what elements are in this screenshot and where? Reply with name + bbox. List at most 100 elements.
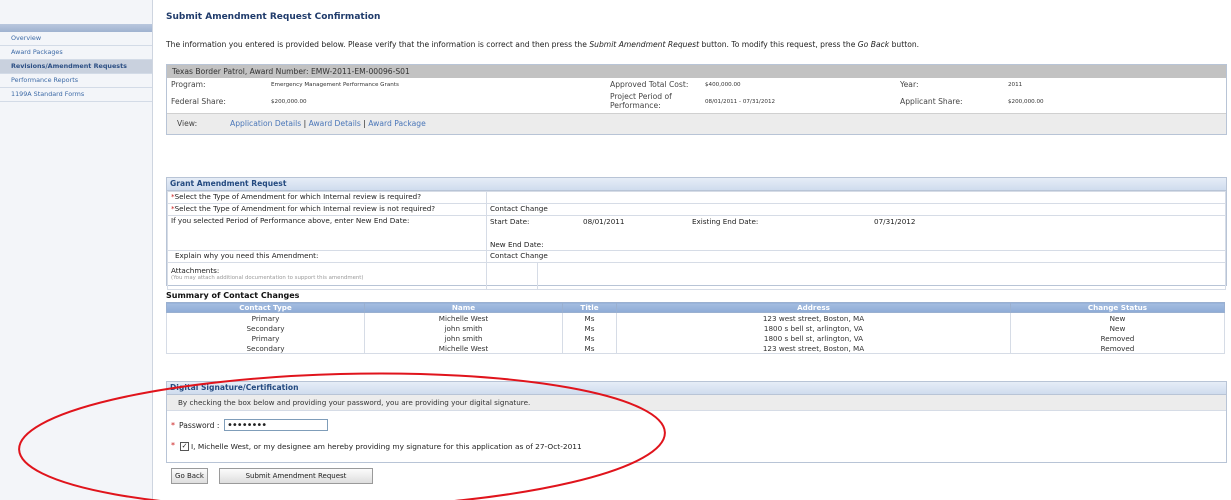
new-end-date-label: New End Date: <box>490 240 544 249</box>
certify-statement: I, Michelle West, or my designee am here… <box>191 442 582 451</box>
application-details-link[interactable]: Application Details <box>230 119 301 128</box>
col-name: Name <box>364 302 563 313</box>
cell-name: Michelle West <box>364 343 563 354</box>
grant-row-period: If you selected Period of Performance ab… <box>167 215 1226 251</box>
award-info-panel: Texas Border Patrol, Award Number: EMW-2… <box>166 64 1227 135</box>
year-value: 2011 <box>1008 82 1023 88</box>
submit-amendment-request-button[interactable]: Submit Amendment Request <box>219 468 373 484</box>
table-row: Primary Michelle West Ms 123 west street… <box>166 312 1225 323</box>
view-links-row: View: Application Details | Award Detail… <box>167 113 1226 134</box>
cell-change-status: Removed <box>1010 333 1225 343</box>
cell-title: Ms <box>562 343 617 354</box>
applicant-share-value: $200,000.00 <box>1008 99 1044 105</box>
internal-required-label: Select the Type of Amendment for which I… <box>174 192 422 201</box>
cell-contact-type: Primary <box>166 333 365 343</box>
table-row: Secondary Michelle West Ms 123 west stre… <box>166 343 1225 354</box>
cell-address: 1800 s bell st, arlington, VA <box>616 333 1011 343</box>
award-row-federal: Federal Share: $200,000.00 Project Perio… <box>167 92 1226 113</box>
internal-not-required-label: Select the Type of Amendment for which I… <box>174 204 436 213</box>
certify-checkbox[interactable]: ✓ <box>180 442 189 451</box>
intro-submit-ref: Submit Amendment Request <box>589 40 700 49</box>
grant-amendment-header: Grant Amendment Request <box>167 178 1226 191</box>
cell-name: john smith <box>364 333 563 343</box>
start-date-label: Start Date: <box>490 217 530 226</box>
project-period-value: 08/01/2011 - 07/31/2012 <box>705 99 776 105</box>
intro-text: The information you entered is provided … <box>166 40 919 49</box>
col-address: Address <box>616 302 1011 313</box>
attachments-label: Attachments: <box>171 266 220 275</box>
cell-title: Ms <box>562 333 617 343</box>
existing-end-value: 07/31/2012 <box>874 217 916 226</box>
award-row-program: Program: Emergency Management Performanc… <box>167 78 1226 92</box>
grant-row-internal-required: *Select the Type of Amendment for which … <box>167 191 1226 204</box>
digital-signature-header: Digital Signature/Certification <box>167 382 1226 395</box>
internal-required-value <box>486 191 1226 204</box>
required-marker: * <box>171 441 175 450</box>
federal-share-value: $200,000.00 <box>271 99 307 105</box>
sidebar-item-revisions-amendment-requests[interactable]: Revisions/Amendment Requests <box>0 60 152 74</box>
sidebar-item-overview[interactable]: Overview <box>0 32 152 46</box>
project-period-label: Project Period of <box>610 92 672 101</box>
federal-share-label: Federal Share: <box>171 97 226 106</box>
password-input[interactable]: •••••••• <box>224 419 328 431</box>
page-title: Submit Amendment Request Confirmation <box>166 12 381 22</box>
contact-changes-header-row: Contact Type Name Title Address Change S… <box>166 302 1225 313</box>
year-label: Year: <box>900 80 919 89</box>
cell-address: 1800 s bell st, arlington, VA <box>616 323 1011 333</box>
program-label: Program: <box>171 80 206 89</box>
sidebar-header-bar <box>0 24 152 32</box>
view-links: Application Details | Award Details | Aw… <box>230 119 426 128</box>
project-period-label-2: Performance: <box>610 101 661 110</box>
grant-row-label: *Select the Type of Amendment for which … <box>167 191 487 204</box>
attachments-note: (You may attach additional documentation… <box>171 275 364 281</box>
approved-cost-label: Approved Total Cost: <box>610 80 689 89</box>
cell-name: Michelle West <box>364 312 563 323</box>
sidebar-item-1199a-standard-forms[interactable]: 1199A Standard Forms <box>0 88 152 102</box>
intro-part: button. <box>889 40 920 49</box>
approved-cost-value: $400,000.00 <box>705 82 741 88</box>
grant-row-label: *Select the Type of Amendment for which … <box>167 203 487 216</box>
start-date-value: 08/01/2011 <box>583 217 625 226</box>
password-label: Password : <box>179 421 220 430</box>
cell-name: john smith <box>364 323 563 333</box>
contact-changes-table: Contact Type Name Title Address Change S… <box>166 302 1225 354</box>
explain-value: Contact Change <box>486 250 1226 263</box>
award-details-link[interactable]: Award Details <box>309 119 361 128</box>
grant-amendment-table: *Select the Type of Amendment for which … <box>167 191 1226 290</box>
sidebar: Overview Award Packages Revisions/Amendm… <box>0 0 153 500</box>
grant-row-attachments: Attachments: (You may attach additional … <box>167 262 1226 290</box>
cell-contact-type: Primary <box>166 312 365 323</box>
cell-address: 123 west street, Boston, MA <box>616 343 1011 354</box>
cell-change-status: Removed <box>1010 343 1225 354</box>
cell-address: 123 west street, Boston, MA <box>616 312 1011 323</box>
award-header: Texas Border Patrol, Award Number: EMW-2… <box>167 65 1226 78</box>
cell-contact-type: Secondary <box>166 343 365 354</box>
cell-change-status: New <box>1010 323 1225 333</box>
col-title: Title <box>562 302 617 313</box>
explain-label: Explain why you need this Amendment: <box>167 250 487 263</box>
table-row: Secondary john smith Ms 1800 s bell st, … <box>166 323 1225 333</box>
period-dates-cell: Start Date: 08/01/2011 Existing End Date… <box>486 215 1226 251</box>
table-row: Primary john smith Ms 1800 s bell st, ar… <box>166 333 1225 343</box>
intro-part: button. To modify this request, press th… <box>699 40 858 49</box>
view-label: View: <box>177 119 198 128</box>
grant-row-internal-not-required: *Select the Type of Amendment for which … <box>167 203 1226 216</box>
attachments-area <box>486 262 1226 290</box>
period-label: If you selected Period of Performance ab… <box>167 215 487 251</box>
link-separator: | <box>363 119 366 128</box>
attachments-divider <box>537 263 538 289</box>
signature-instruction: By checking the box below and providing … <box>167 395 1226 411</box>
internal-not-required-value: Contact Change <box>486 203 1226 216</box>
summary-title: Summary of Contact Changes <box>166 291 300 300</box>
award-package-link[interactable]: Award Package <box>368 119 425 128</box>
sidebar-item-performance-reports[interactable]: Performance Reports <box>0 74 152 88</box>
cell-change-status: New <box>1010 312 1225 323</box>
col-contact-type: Contact Type <box>166 302 365 313</box>
sidebar-item-award-packages[interactable]: Award Packages <box>0 46 152 60</box>
required-marker: * <box>171 421 175 430</box>
cell-title: Ms <box>562 312 617 323</box>
intro-part: The information you entered is provided … <box>166 40 590 49</box>
go-back-button[interactable]: Go Back <box>171 468 208 484</box>
program-value: Emergency Management Performance Grants <box>271 82 399 88</box>
existing-end-label: Existing End Date: <box>692 217 759 226</box>
